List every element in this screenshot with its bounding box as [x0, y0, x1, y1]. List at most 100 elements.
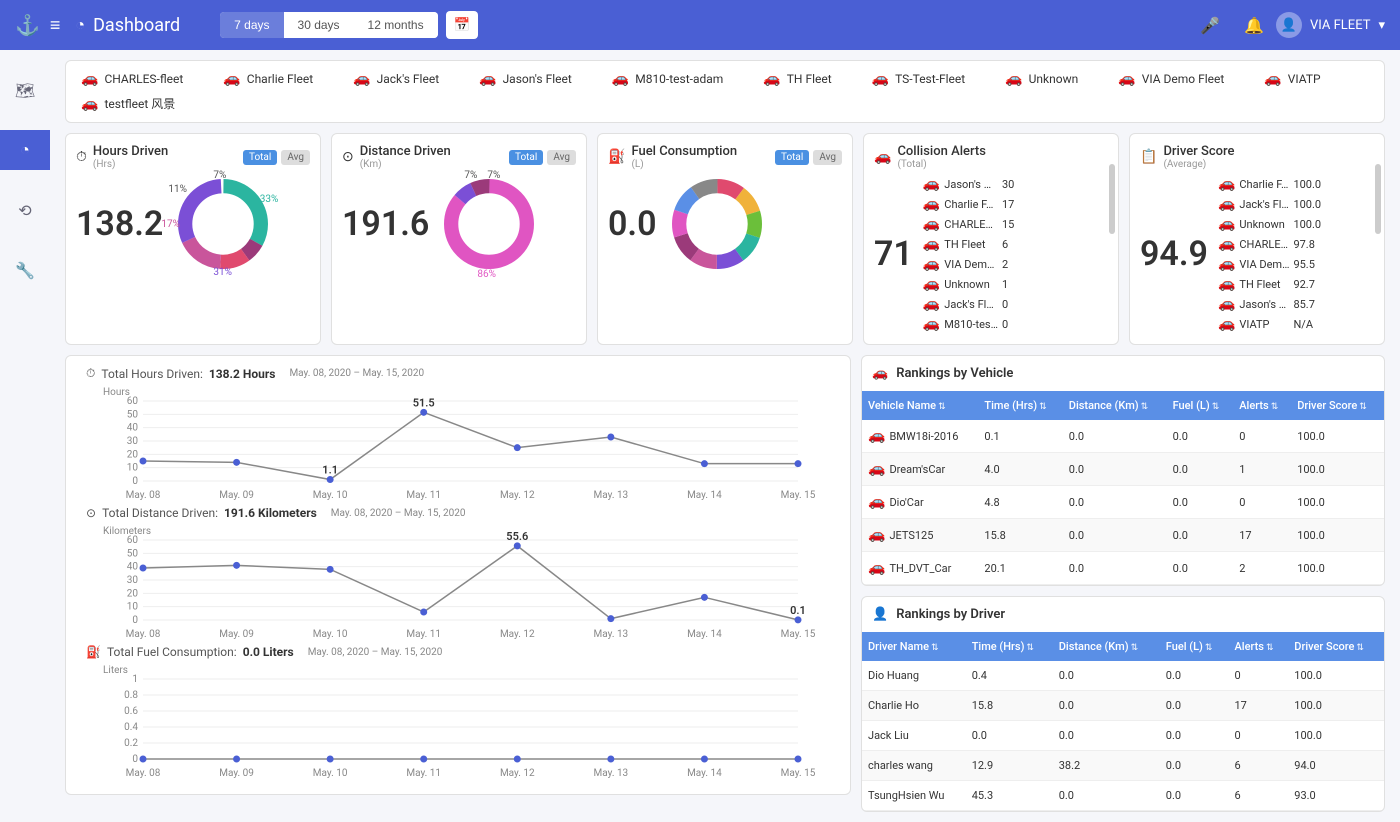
- table-header[interactable]: Fuel (L)⇅: [1167, 391, 1234, 420]
- table-header[interactable]: Driver Score⇅: [1288, 632, 1384, 661]
- svg-text:20: 20: [127, 449, 139, 460]
- range-7days[interactable]: 7 days: [220, 12, 283, 38]
- fleet-chip[interactable]: 🚗Jason's Fleet: [479, 71, 572, 87]
- car-icon: 🚗: [923, 296, 940, 312]
- svg-text:May. 08: May. 08: [126, 768, 161, 779]
- score-breakdown-list: 🚗Charlie F…100.0🚗Jack's Fl…100.0🚗Unknown…: [1218, 174, 1324, 334]
- table-row[interactable]: 🚗BMW18i-20160.10.00.00100.0: [862, 420, 1384, 453]
- bell-icon[interactable]: 🔔: [1244, 16, 1264, 35]
- table-header[interactable]: Time (Hrs)⇅: [978, 391, 1062, 420]
- table-header[interactable]: Alerts⇅: [1229, 632, 1289, 661]
- table-row[interactable]: 🚗JETS12515.80.00.017100.0: [862, 519, 1384, 552]
- alert-icon: 🚗: [874, 149, 891, 165]
- car-icon: 🚗: [479, 71, 496, 87]
- chart-title: ⛽ Total Fuel Consumption: 0.0 LitersMay.…: [86, 645, 830, 659]
- svg-text:0: 0: [132, 476, 138, 487]
- list-item: 🚗Charlie F…17: [923, 194, 1032, 214]
- chart-title: ⏱ Total Hours Driven: 138.2 HoursMay. 08…: [86, 366, 830, 381]
- range-30days[interactable]: 30 days: [284, 12, 354, 38]
- fleet-chip[interactable]: 🚗VIATP: [1264, 71, 1320, 87]
- table-row[interactable]: 🚗Dio'Car4.80.00.00100.0: [862, 486, 1384, 519]
- car-icon: 🚗: [1264, 71, 1281, 87]
- svg-text:May. 10: May. 10: [313, 629, 348, 640]
- table-row[interactable]: charles wang12.938.20.0694.0: [862, 751, 1384, 781]
- table-header[interactable]: Driver Score⇅: [1291, 391, 1384, 420]
- fleet-chip[interactable]: 🚗Unknown: [1005, 71, 1078, 87]
- user-menu[interactable]: 👤 VIA FLEET ▾: [1276, 12, 1385, 38]
- clock-icon: ⏱: [86, 366, 95, 381]
- svg-text:0: 0: [132, 615, 138, 626]
- hours-donut-chart: 33% 7% 11% 17% 31%: [173, 174, 273, 274]
- fleet-chip[interactable]: 🚗VIA Demo Fleet: [1118, 71, 1224, 87]
- calendar-icon: 📅: [454, 17, 471, 32]
- nav-settings[interactable]: 🔧: [0, 250, 50, 290]
- table-row[interactable]: TsungHsien Wu45.30.00.0693.0: [862, 781, 1384, 811]
- car-icon: 🚗: [1118, 71, 1135, 87]
- fleet-chip[interactable]: 🚗Charlie Fleet: [223, 71, 313, 87]
- fleet-chip[interactable]: 🚗testfleet 风景: [81, 95, 175, 112]
- badge-avg[interactable]: Avg: [281, 150, 310, 165]
- nav-history[interactable]: ⟲: [0, 190, 50, 230]
- scrollbar[interactable]: [1109, 164, 1115, 234]
- svg-text:May. 09: May. 09: [219, 768, 254, 779]
- nav-dashboard[interactable]: ◔: [0, 130, 50, 170]
- car-icon: 🚗: [872, 71, 889, 87]
- svg-text:40: 40: [127, 423, 139, 434]
- car-icon: 🚗: [872, 366, 888, 381]
- svg-text:May. 14: May. 14: [687, 768, 722, 779]
- svg-text:50: 50: [127, 548, 139, 559]
- table-row[interactable]: Jack Liu0.00.00.00100.0: [862, 721, 1384, 751]
- car-icon: 🚗: [81, 71, 98, 87]
- table-row[interactable]: 🚗Dream'sCar4.00.00.01100.0: [862, 453, 1384, 486]
- svg-text:1: 1: [132, 674, 138, 685]
- list-item: 🚗Jack's Fl…100.0: [1218, 194, 1324, 214]
- fleet-chip[interactable]: 🚗Jack's Fleet: [353, 71, 439, 87]
- nav-map[interactable]: 🗺: [0, 70, 50, 110]
- car-icon: 🚗: [223, 71, 240, 87]
- table-header[interactable]: Vehicle Name⇅: [862, 391, 978, 420]
- table-header[interactable]: Distance (Km)⇅: [1063, 391, 1167, 420]
- hours-value: 138.2: [76, 204, 163, 244]
- fleet-chip[interactable]: 🚗TH Fleet: [763, 71, 831, 87]
- svg-text:51.5: 51.5: [413, 396, 435, 409]
- table-header[interactable]: Driver Name⇅: [862, 632, 966, 661]
- car-icon: 🚗: [923, 216, 940, 232]
- fleet-chip[interactable]: 🚗CHARLES-fleet: [81, 71, 183, 87]
- clock-icon: ⏱: [76, 149, 87, 165]
- svg-text:May. 12: May. 12: [500, 490, 535, 501]
- svg-text:May. 11: May. 11: [406, 768, 441, 779]
- dashboard-mode-icon: ◔: [75, 15, 85, 35]
- range-12months[interactable]: 12 months: [354, 12, 438, 38]
- menu-toggle-icon[interactable]: ≡: [50, 15, 61, 36]
- svg-text:May. 11: May. 11: [406, 629, 441, 640]
- svg-text:May. 10: May. 10: [313, 768, 348, 779]
- table-header[interactable]: Fuel (L)⇅: [1160, 632, 1229, 661]
- mic-icon[interactable]: 🎤: [1200, 16, 1220, 35]
- chart-title: ⊙ Total Distance Driven: 191.6 Kilometer…: [86, 506, 830, 520]
- table-header[interactable]: Distance (Km)⇅: [1053, 632, 1160, 661]
- scrollbar[interactable]: [1375, 164, 1381, 234]
- car-icon: 🚗: [1218, 196, 1235, 212]
- table-row[interactable]: Charlie Ho15.80.00.017100.0: [862, 691, 1384, 721]
- fleet-chip[interactable]: 🚗TS-Test-Fleet: [872, 71, 966, 87]
- table-header[interactable]: Alerts⇅: [1233, 391, 1291, 420]
- svg-text:May. 08: May. 08: [126, 490, 161, 501]
- list-item: 🚗Unknown1: [923, 274, 1032, 294]
- fleet-chip[interactable]: 🚗M810-test-adam: [612, 71, 724, 87]
- card-hours-driven: ⏱ Hours Driven (Hrs) Total Avg 138.2: [65, 133, 321, 345]
- table-row[interactable]: 🚗TH_DVT_Car20.10.00.02100.0: [862, 552, 1384, 585]
- car-icon: 🚗: [923, 236, 940, 252]
- svg-text:May. 13: May. 13: [594, 490, 629, 501]
- badge-total[interactable]: Total: [243, 150, 277, 165]
- svg-text:55.6: 55.6: [506, 530, 528, 543]
- avatar-icon: 👤: [1276, 12, 1302, 38]
- svg-text:0.8: 0.8: [124, 690, 138, 701]
- car-icon: 🚗: [1218, 316, 1235, 332]
- car-icon: 🚗: [81, 96, 98, 112]
- table-header[interactable]: Time (Hrs)⇅: [966, 632, 1053, 661]
- list-item: 🚗Jason's …30: [923, 174, 1032, 194]
- calendar-button[interactable]: 📅: [446, 11, 479, 39]
- car-icon: 🚗: [1005, 71, 1022, 87]
- car-icon: 🚗: [1218, 276, 1235, 292]
- table-row[interactable]: Dio Huang0.40.00.00100.0: [862, 661, 1384, 691]
